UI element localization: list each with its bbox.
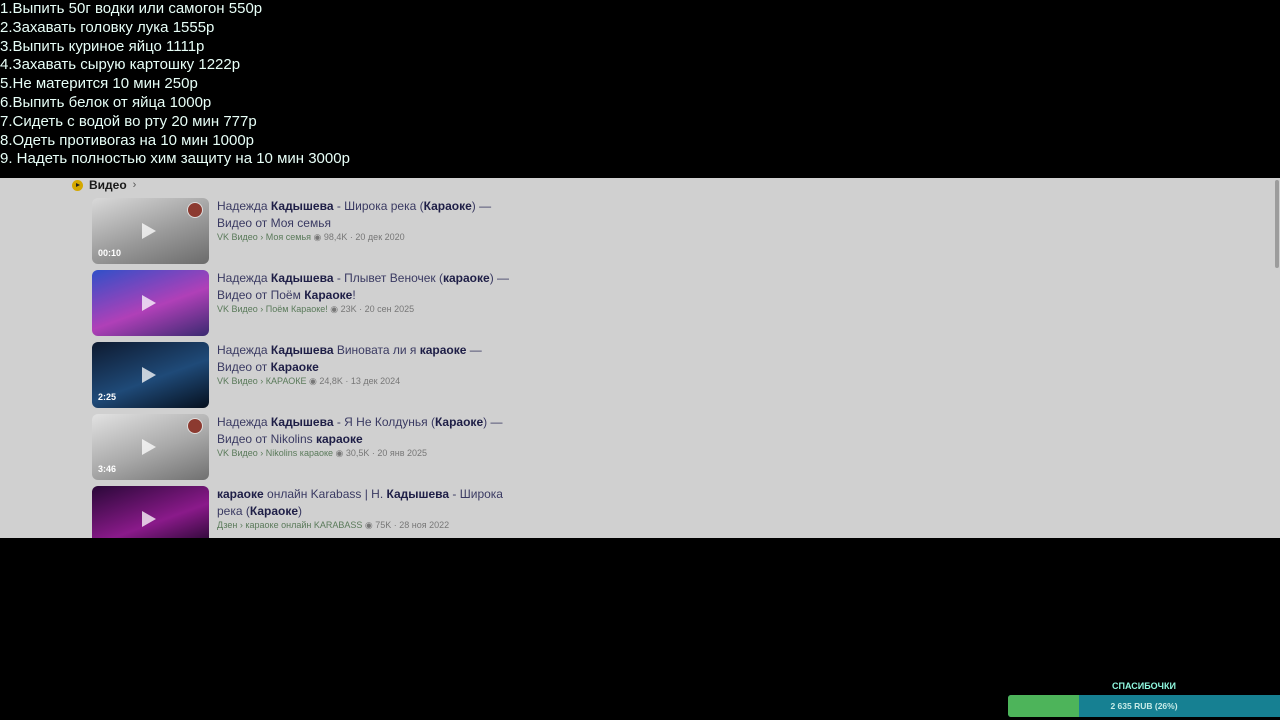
video-source[interactable]: VK Видео › Поём Караоке! [217, 304, 328, 314]
publish-date: · 13 дек 2024 [342, 376, 401, 386]
eye-icon: ◉ [311, 232, 324, 242]
goal-line: 2.Захавать головку лука 1555р [0, 18, 215, 36]
view-count: 98,4K [323, 232, 348, 242]
video-result-item[interactable]: 2:25 Надежда Кадышева Виновата ли я карао… [92, 342, 532, 408]
donation-progress-text: 2 635 RUB (26%) [1110, 701, 1178, 711]
play-icon [142, 367, 156, 383]
video-source[interactable]: VK Видео › Моя семья [217, 232, 311, 242]
goal-line: 5.Не матерится 10 мин 250р [0, 75, 198, 93]
video-title-link[interactable]: Надежда Кадышева - Широка река (Караоке)… [217, 198, 517, 231]
video-result-item[interactable]: 00:10 Надежда Кадышева - Широка река (Кар… [92, 198, 532, 264]
goal-line: 3.Выпить куриное яйцо 1111р [0, 37, 205, 55]
video-meta: VK Видео › Поём Караоке! ◉ 23K · 20 сен … [217, 304, 517, 315]
publish-date: · 20 янв 2025 [369, 448, 428, 458]
view-count: 75K [375, 520, 392, 530]
video-result-item[interactable]: Надежда Кадышева - Плывет Веночек (карао… [92, 270, 532, 336]
view-count: 30,5K [345, 448, 370, 458]
publish-date: · 20 сен 2025 [356, 304, 415, 314]
video-meta: VK Видео › КАРАОКЕ ◉ 24,8K · 13 дек 2024 [217, 376, 517, 387]
video-source[interactable]: VK Видео › Nikolins караоке [217, 448, 333, 458]
video-title-link[interactable]: Надежда Кадышева - Я Не Колдунья (Караок… [217, 414, 517, 447]
channel-avatar [187, 202, 203, 218]
video-section-header[interactable]: Видео › [72, 178, 136, 192]
goal-line: 4.Захавать сырую картошку 1222р [0, 56, 241, 74]
chevron-right-icon: › [132, 179, 137, 191]
video-result-item[interactable]: караоке онлайн Karabass | Н. Кадышева - … [92, 486, 532, 538]
goal-line: 6.Выпить белок от яйца 1000р [0, 93, 212, 111]
goal-list-overlay: 1.Выпить 50г водки или самогон 550р 2.Зах… [0, 0, 760, 169]
video-duration: 00:10 [98, 248, 122, 258]
video-thumbnail[interactable]: 3:46 [92, 414, 209, 480]
video-thumbnail[interactable]: 00:10 [92, 198, 209, 264]
video-duration: 2:25 [98, 392, 117, 402]
channel-avatar [187, 418, 203, 434]
video-meta: VK Видео › Моя семья ◉ 98,4K · 20 дек 20… [217, 232, 517, 243]
video-source[interactable]: Дзен › караоке онлайн KARABASS [217, 520, 362, 530]
eye-icon: ◉ [327, 304, 341, 314]
play-icon [142, 439, 156, 455]
play-icon [142, 223, 156, 239]
publish-date: · 20 дек 2020 [347, 232, 405, 242]
goal-line: 7.Сидеть с водой во рту 20 мин 777р [0, 112, 257, 130]
section-title: Видео [89, 178, 127, 192]
play-icon [142, 295, 156, 311]
eye-icon: ◉ [306, 376, 320, 386]
video-meta: VK Видео › Nikolins караоке ◉ 30,5K · 20… [217, 448, 517, 459]
video-title-link[interactable]: караоке онлайн Karabass | Н. Кадышева - … [217, 486, 517, 519]
video-source[interactable]: VK Видео › КАРАОКЕ [217, 376, 307, 386]
goal-line: 1.Выпить 50г водки или самогон 550р [0, 0, 263, 17]
play-circle-icon [72, 179, 83, 191]
video-result-item[interactable]: 3:46 Надежда Кадышева - Я Не Колдунья (Ка… [92, 414, 532, 480]
donation-label: СПАСИБОЧКИ [1112, 681, 1176, 691]
publish-date: · 28 ноя 2022 [391, 520, 450, 530]
donation-progress-bar: 2 635 RUB (26%) [1008, 695, 1280, 717]
video-thumbnail[interactable] [92, 270, 209, 336]
view-count: 24,8K [319, 376, 343, 386]
goal-line: 9. Надеть полностью хим защиту на 10 мин… [0, 150, 350, 168]
video-duration: 3:46 [98, 464, 117, 474]
goal-line: 8.Одеть противогаз на 10 мин 1000р [0, 131, 255, 149]
video-thumbnail[interactable]: 2:25 [92, 342, 209, 408]
page-scrollbar[interactable] [1275, 180, 1279, 268]
view-count: 23K [340, 304, 357, 314]
play-icon [142, 511, 156, 527]
browser-viewport: Видео › 00:10 Надежда Кадышева - Широка р… [0, 178, 1280, 538]
video-title-link[interactable]: Надежда Кадышева Виновата ли я караоке —… [217, 342, 517, 375]
video-thumbnail[interactable] [92, 486, 209, 538]
video-meta: Дзен › караоке онлайн KARABASS ◉ 75K · 2… [217, 520, 517, 531]
eye-icon: ◉ [362, 520, 376, 530]
eye-icon: ◉ [333, 448, 346, 458]
video-title-link[interactable]: Надежда Кадышева - Плывет Веночек (карао… [217, 270, 517, 303]
